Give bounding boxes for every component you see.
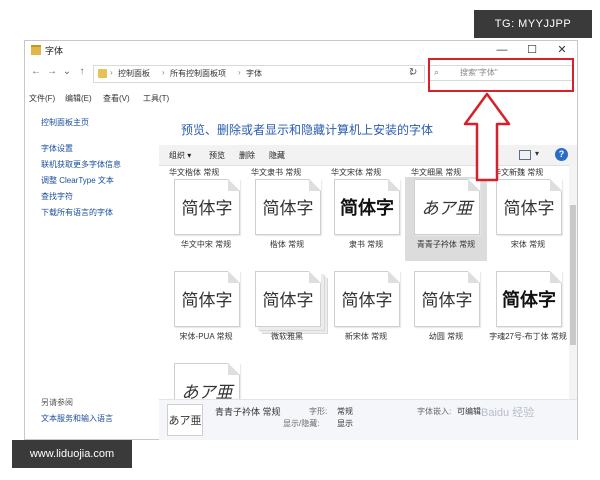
crumb-control-panel[interactable]: 控制面板 [118,68,150,79]
font-label: 楷体 常规 [269,240,305,249]
control-panel-home-link[interactable]: 控制面板主页 [41,117,89,128]
crumb-separator: › [238,68,241,77]
font-preview-glyph: 简体字 [262,199,314,219]
organize-button[interactable]: 组织 ▾ [169,150,191,161]
font-item[interactable]: 简体字华文中宋 常规 [165,177,247,261]
crumb-separator: › [110,68,113,77]
font-preview-tile: 简体字 [255,179,321,235]
font-item[interactable]: 简体字 楷体 常规 [246,177,328,261]
menu-file[interactable]: 文件(F) [29,93,55,104]
search-highlight-box [428,58,574,92]
show-hide-label: 显示/隐藏: [283,419,320,428]
page-title: 预览、删除或者显示和隐藏计算机上安装的字体 [181,123,434,137]
font-preview-tile: 简体字 [496,271,562,327]
font-label: 宋体 常规 [510,240,546,249]
font-item[interactable]: 简体字 微软雅黑 [246,269,328,353]
cleartype-link[interactable]: 调整 ClearType 文本 [41,175,114,186]
font-preview-glyph: 简体字 [502,290,556,311]
font-preview-tile: 简体字 [334,271,400,327]
font-grid: 华文楷体 常规 华文隶书 常规 华文宋体 常规 华文细黑 常规 华文新魏 常规 … [159,165,569,439]
selected-font-preview: あア亜 [167,404,203,436]
font-item[interactable]: 简体字 宋体 常规 [487,177,569,261]
show-hide-value: 显示 [337,419,353,428]
font-label: 幼圆 常规 [428,332,464,341]
font-preview-tile: 简体字 [334,179,400,235]
embed-label: 字体嵌入: [417,407,452,416]
window-title: 字体 [45,46,64,56]
font-settings-link[interactable]: 字体设置 [41,143,73,154]
up-arrow-icon[interactable]: ↑ [75,65,89,79]
refresh-icon[interactable]: ↻ [409,67,417,78]
font-preview-glyph: 简体字 [262,291,314,311]
online-font-info-link[interactable]: 联机获取更多字体信息 [41,159,121,170]
vertical-scrollbar[interactable] [569,165,577,439]
font-item[interactable]: 简体字 隶书 常规 [325,177,407,261]
command-toolbar: 组织 ▾ 预览 删除 隐藏 ▾ ? [159,145,577,166]
minimize-button[interactable]: — [487,41,517,59]
recent-locations-icon[interactable]: ⌄ [60,65,74,79]
font-preview-tile: 简体字 [174,271,240,327]
control-panel-icon [98,69,107,78]
menu-view[interactable]: 查看(V) [103,93,130,104]
crumb-separator: › [162,68,165,77]
font-preview-tile: 简体字 [414,271,480,327]
font-item[interactable]: 简体字 幼圆 常规 [405,269,487,353]
font-preview-tile: 简体字 [496,179,562,235]
view-dropdown-icon[interactable]: ▾ [535,149,539,158]
folder-icon [31,45,41,55]
embed-value: 可编辑 [457,407,481,416]
font-preview-glyph: 简体字 [421,291,473,311]
scrollbar-thumb[interactable] [570,205,576,345]
title-bar: 字体 — ☐ ✕ [25,41,577,59]
preview-button[interactable]: 预览 [209,150,225,161]
download-fonts-link[interactable]: 下载所有语言的字体 [41,207,113,218]
font-preview-glyph: 简体字 [340,198,394,219]
font-label: 青青子衿体 常规 [416,240,476,249]
font-label: 华文中宋 常规 [180,240,232,249]
font-label: 微软雅黑 [271,332,303,341]
font-preview-glyph: 简体字 [503,199,555,219]
left-pane: 控制面板主页 字体设置 联机获取更多字体信息 调整 ClearType 文本 查… [25,111,157,439]
text-services-link[interactable]: 文本服务和输入语言 [41,413,113,424]
menu-edit[interactable]: 编辑(E) [65,93,92,104]
details-pane: あア亜 青青子衿体 常规 字形: 常规 显示/隐藏: 显示 字体嵌入: 可编辑 … [159,399,577,440]
see-also-heading: 另请参阅 [41,398,73,407]
font-item[interactable]: 简体字宋体-PUA 常规 [165,269,247,353]
font-preview-glyph: 简体字 [341,291,393,311]
delete-button[interactable]: 删除 [239,150,255,161]
close-button[interactable]: ✕ [547,41,577,59]
forward-arrow-icon[interactable]: → [45,65,59,79]
maximize-button[interactable]: ☐ [517,41,547,59]
find-character-link[interactable]: 查找字符 [41,191,73,202]
font-item[interactable]: 简体字 新宋体 常规 [325,269,407,353]
style-value: 常规 [337,407,353,416]
crumb-all-items[interactable]: 所有控制面板项 [170,68,226,79]
font-label: 隶书 常规 [348,240,384,249]
preview-glyph: あア亜 [168,414,202,427]
crumb-fonts[interactable]: 字体 [246,68,262,79]
font-label: 新宋体 常规 [344,332,388,341]
selected-font-name: 青青子衿体 常规 [215,407,281,417]
baidu-watermark: Baidu 经验 [481,407,535,419]
style-label: 字形: [309,407,328,416]
font-item[interactable]: 简体字字魂27号-布丁体 常规 [487,269,569,353]
view-options-icon[interactable] [519,150,531,160]
hide-button[interactable]: 隐藏 [269,150,285,161]
annotation-arrow-icon [463,92,511,182]
font-item[interactable]: あア亜青青子衿体 常规 [405,177,487,261]
font-label: 宋体-PUA 常规 [179,332,233,341]
font-preview-tile: あア亜 [414,179,480,235]
font-preview-tile: 简体字 [174,179,240,235]
font-preview-glyph: 简体字 [181,199,233,219]
font-label: 字魂27号-布丁体 常规 [489,332,567,341]
help-icon[interactable]: ? [555,148,568,161]
watermark-badge-bottom: www.liduojia.com [12,440,132,468]
back-arrow-icon[interactable]: ← [29,65,43,79]
font-preview-glyph: 简体字 [181,291,233,311]
watermark-badge-top: TG: MYYJJPP [474,10,592,38]
font-preview-tile: 简体字 [255,271,321,327]
menu-tools[interactable]: 工具(T) [143,93,169,104]
font-preview-glyph: あア亜 [421,199,473,219]
address-field[interactable]: › 控制面板 › 所有控制面板项 › 字体 ⌄ [93,65,425,83]
